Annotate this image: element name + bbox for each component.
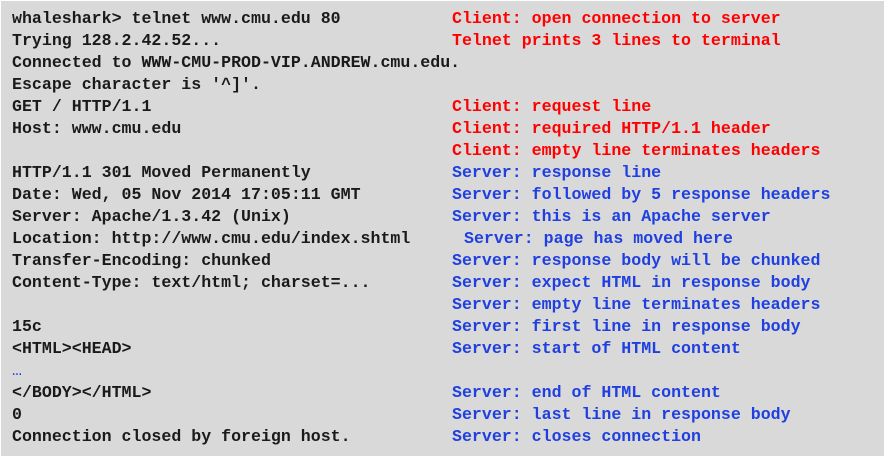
terminal-line: HTTP/1.1 301 Moved Permanently Server: re… — [1, 162, 884, 184]
command-text: <HTML><HEAD> — [12, 339, 132, 358]
command-text: 0 — [12, 405, 22, 424]
terminal-window: whaleshark> telnet www.cmu.edu 80 Client:… — [1, 1, 884, 456]
server-annotation: Server: this is an Apache server — [452, 207, 771, 226]
terminal-line: Server: empty line terminates headers — [1, 294, 884, 316]
terminal-line: 15c Server: first line in response body — [1, 316, 884, 338]
terminal-line: Trying 128.2.42.52... Telnet prints 3 lin… — [1, 30, 884, 52]
server-annotation: Server: start of HTML content — [452, 339, 741, 358]
terminal-line: 0 Server: last line in response body — [1, 404, 884, 426]
terminal-line: Escape character is '^]'. — [1, 74, 884, 96]
terminal-line: Connected to WWW-CMU-PROD-VIP.ANDREW.cmu… — [1, 52, 884, 74]
client-annotation: Client: required HTTP/1.1 header — [452, 119, 771, 138]
command-text: whaleshark> telnet www.cmu.edu 80 — [12, 9, 341, 28]
command-text: Date: Wed, 05 Nov 2014 17:05:11 GMT — [12, 185, 361, 204]
server-annotation: Server: empty line terminates headers — [452, 295, 821, 314]
command-text: Escape character is '^]'. — [12, 75, 261, 94]
server-annotation: Server: expect HTML in response body — [452, 273, 811, 292]
server-annotation: Server: followed by 5 response headers — [452, 185, 831, 204]
terminal-line: Server: Apache/1.3.42 (Unix) Server: this… — [1, 206, 884, 228]
command-text: Connection closed by foreign host. — [12, 427, 351, 446]
command-text: Content-Type: text/html; charset=... — [12, 273, 371, 292]
command-text: GET / HTTP/1.1 — [12, 97, 152, 116]
server-annotation: Server: page has moved here — [464, 229, 733, 248]
server-annotation: Server: last line in response body — [452, 405, 791, 424]
server-annotation: Server: closes connection — [452, 427, 701, 446]
terminal-line: Transfer-Encoding: chunked Server: respon… — [1, 250, 884, 272]
client-annotation: Telnet prints 3 lines to terminal — [452, 31, 781, 50]
client-annotation: Client: open connection to server — [452, 9, 781, 28]
terminal-line: … — [1, 360, 884, 382]
server-annotation: Server: end of HTML content — [452, 383, 721, 402]
terminal-line: Location: http://www.cmu.edu/index.shtml… — [1, 228, 884, 250]
terminal-line: <HTML><HEAD> Server: start of HTML conten… — [1, 338, 884, 360]
command-text: 15c — [12, 317, 42, 336]
command-text: Location: http://www.cmu.edu/index.shtml — [12, 229, 411, 248]
command-text: Connected to WWW-CMU-PROD-VIP.ANDREW.cmu… — [12, 53, 461, 72]
server-annotation: Server: response line — [452, 163, 662, 182]
terminal-line: Host: www.cmu.edu Client: required HTTP/1… — [1, 118, 884, 140]
client-annotation: Client: request line — [452, 97, 652, 116]
command-text: Server: Apache/1.3.42 (Unix) — [12, 207, 291, 226]
terminal-line: Connection closed by foreign host. Server… — [1, 426, 884, 448]
terminal-line: Date: Wed, 05 Nov 2014 17:05:11 GMT Serve… — [1, 184, 884, 206]
terminal-line: GET / HTTP/1.1 Client: request line — [1, 96, 884, 118]
terminal-line: </BODY></HTML> Server: end of HTML conten… — [1, 382, 884, 404]
command-text: HTTP/1.1 301 Moved Permanently — [12, 163, 311, 182]
command-text: </BODY></HTML> — [12, 383, 152, 402]
terminal-line: Content-Type: text/html; charset=... Serv… — [1, 272, 884, 294]
command-text: Transfer-Encoding: chunked — [12, 251, 271, 270]
ellipsis-text: … — [12, 361, 22, 380]
client-annotation: Client: empty line terminates headers — [452, 141, 821, 160]
command-text: Trying 128.2.42.52... — [12, 31, 222, 50]
server-annotation: Server: response body will be chunked — [452, 251, 821, 270]
server-annotation: Server: first line in response body — [452, 317, 801, 336]
terminal-line: whaleshark> telnet www.cmu.edu 80 Client:… — [1, 8, 884, 30]
command-text: Host: www.cmu.edu — [12, 119, 182, 138]
terminal-line: Client: empty line terminates headers — [1, 140, 884, 162]
